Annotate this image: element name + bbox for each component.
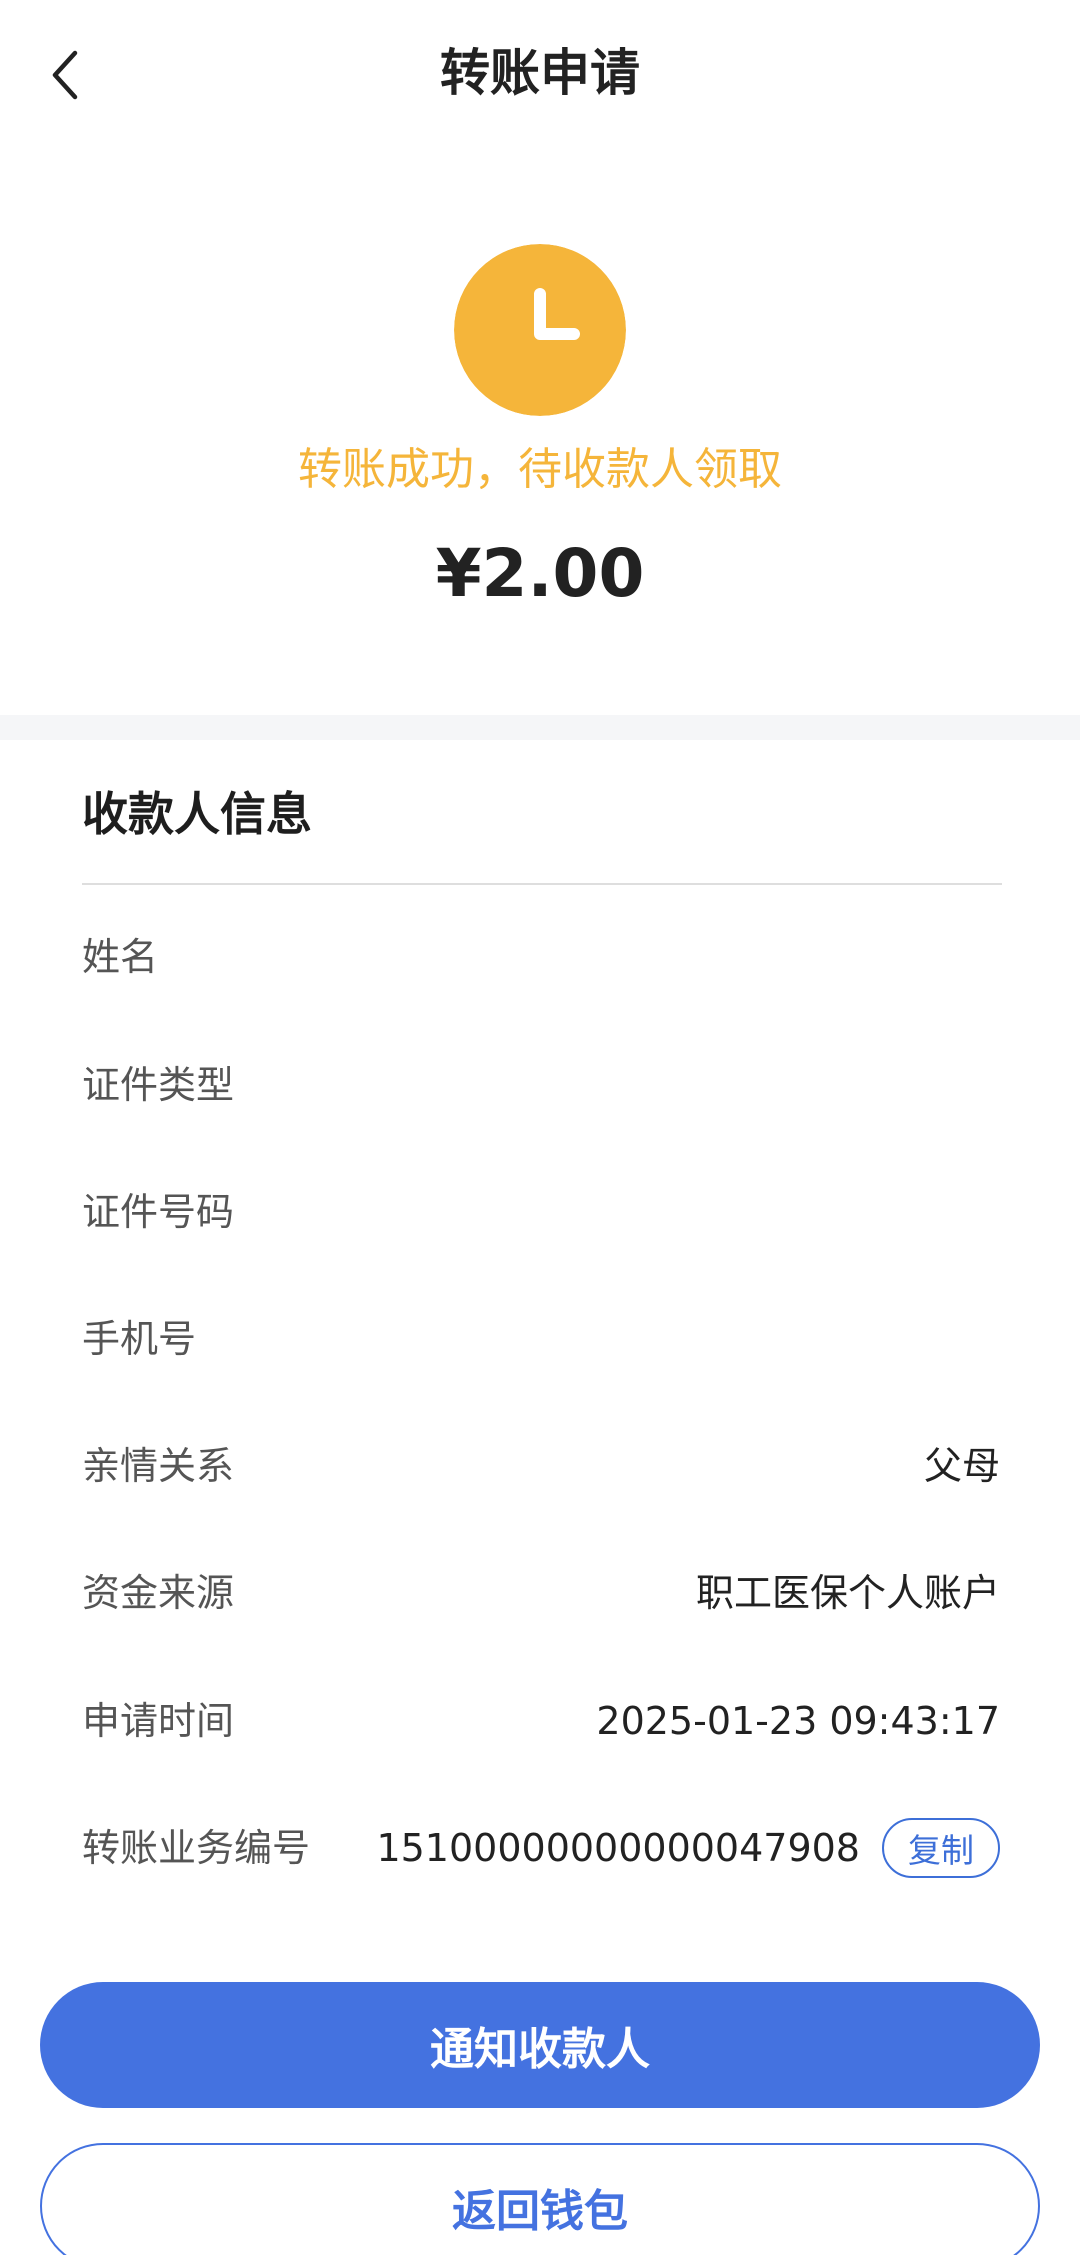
row-label: 资金来源 <box>82 1571 235 1615</box>
info-row-relationship: 亲情关系 父母 <box>82 1431 1000 1501</box>
clock-icon <box>454 244 626 416</box>
info-row-fund-source: 资金来源 职工医保个人账户 <box>82 1558 1000 1628</box>
section-title: 收款人信息 <box>82 787 312 841</box>
row-label: 亲情关系 <box>82 1444 235 1488</box>
row-label: 转账业务编号 <box>82 1826 311 1870</box>
notify-payee-button[interactable]: 通知收款人 <box>40 1982 1040 2108</box>
transfer-amount: ¥2.00 <box>435 535 645 612</box>
info-row-apply-time: 申请时间 2025-01-23 09:43:17 <box>82 1686 1000 1756</box>
info-row-phone: 手机号 <box>82 1304 1000 1374</box>
return-wallet-button[interactable]: 返回钱包 <box>40 2143 1040 2255</box>
copy-button[interactable]: 复制 <box>882 1818 1000 1878</box>
business-number-group: 15100000000000047908 复制 <box>376 1813 1000 1883</box>
info-row-id-number: 证件号码 <box>82 1177 1000 1247</box>
row-value: 职工医保个人账户 <box>695 1571 1000 1615</box>
row-value: 2025-01-23 09:43:17 <box>596 1699 1000 1743</box>
row-label: 证件号码 <box>82 1190 235 1234</box>
info-row-business-number: 转账业务编号 15100000000000047908 复制 <box>82 1813 1000 1883</box>
row-value: 父母 <box>923 1444 1000 1488</box>
row-label: 申请时间 <box>82 1699 235 1743</box>
page-title: 转账申请 <box>440 44 640 102</box>
divider <box>82 883 1002 885</box>
row-label: 姓名 <box>82 935 159 979</box>
info-row-id-type: 证件类型 <box>82 1050 1000 1120</box>
transfer-application-page: 转账申请 转账成功，待收款人领取 ¥2.00 收款人信息 姓名 证件类型 证件号… <box>0 0 1080 2255</box>
business-number-value: 15100000000000047908 <box>376 1826 860 1870</box>
transfer-status-text: 转账成功，待收款人领取 <box>298 444 782 495</box>
info-row-name: 姓名 <box>82 922 1000 992</box>
nav-bar: 转账申请 <box>0 0 1080 150</box>
section-divider <box>0 715 1080 740</box>
row-label: 手机号 <box>82 1317 197 1361</box>
row-label: 证件类型 <box>82 1063 235 1107</box>
